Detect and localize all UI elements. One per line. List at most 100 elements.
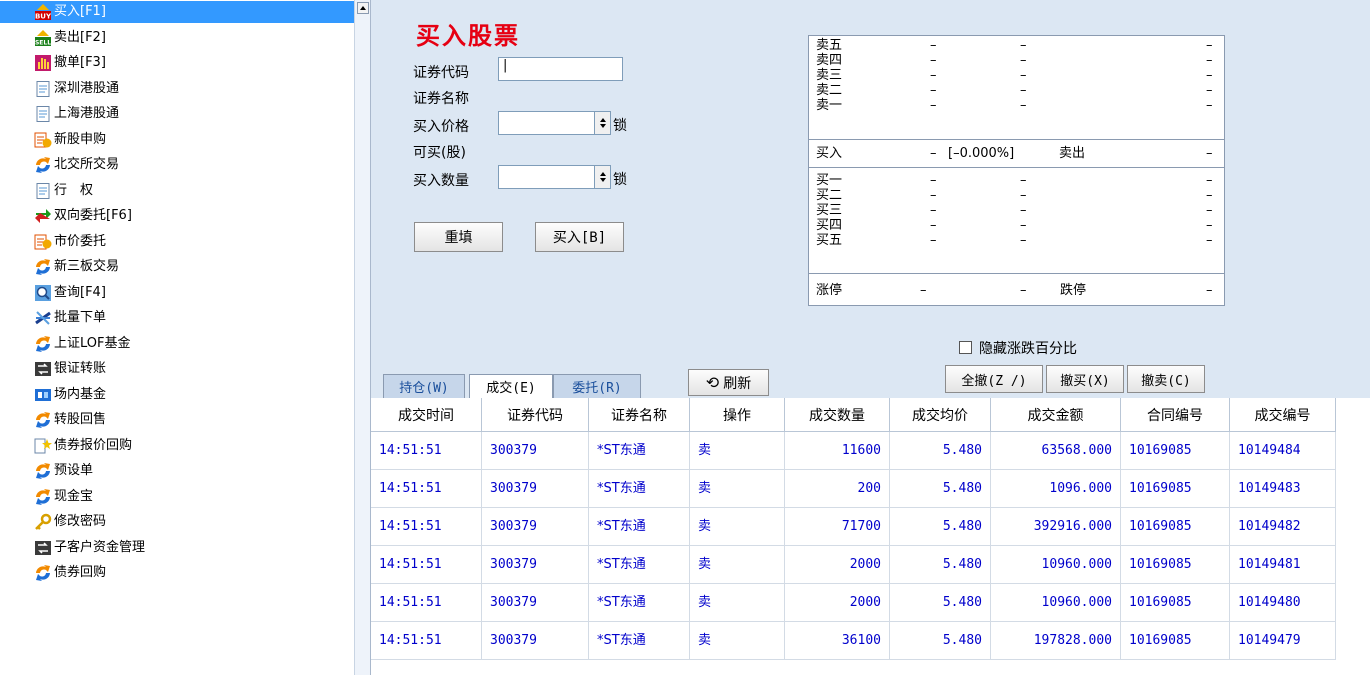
table-cell: 5.480: [890, 432, 991, 470]
cancel-all-button[interactable]: 全撤(Z /): [945, 365, 1043, 393]
sidebar-item-label: 场内基金: [54, 386, 107, 402]
table-cell: 10169085: [1121, 622, 1230, 660]
bid-extra: –: [1206, 218, 1213, 233]
refresh-label: 刷新: [723, 375, 752, 392]
sidebar-item[interactable]: 市价委托: [34, 231, 106, 253]
page-title: 买入股票: [416, 21, 520, 50]
ask-price: –: [930, 38, 937, 53]
buy-button[interactable]: 买入[B]: [535, 222, 624, 252]
sidebar-item[interactable]: 批量下单: [34, 307, 106, 329]
scroll-up-arrow-icon[interactable]: [357, 2, 369, 14]
sidebar-item[interactable]: 银证转账: [34, 358, 106, 380]
sidebar-item[interactable]: 子客户资金管理: [34, 537, 145, 559]
sidebar-item[interactable]: 债券回购: [34, 562, 106, 584]
bid-volume: –: [1020, 188, 1027, 203]
cancel-buy-button[interactable]: 撤买(X): [1046, 365, 1124, 393]
table-cell: 300379: [482, 508, 589, 546]
tab-orders[interactable]: 委托(R): [553, 374, 641, 398]
sidebar-item[interactable]: SELL 卖出[F2]: [34, 27, 106, 49]
price-lock-checkbox[interactable]: 锁: [613, 115, 627, 135]
sidebar-item[interactable]: 场内基金: [34, 384, 106, 406]
magnifier-icon: [34, 284, 52, 302]
bid-price: –: [930, 233, 937, 248]
sidebar-item-label: 现金宝: [54, 488, 94, 504]
sidebar-item[interactable]: 上海港股通: [34, 103, 119, 125]
hide-pct-checkbox[interactable]: [959, 341, 972, 354]
exchange-icon: [34, 411, 52, 429]
sidebar-item[interactable]: 现金宝: [34, 486, 93, 508]
buy-price-value: –: [930, 146, 937, 161]
table-row[interactable]: 14:51:51 300379 *ST东通卖 36100 5.480 197828.000…: [371, 622, 1336, 660]
column-header[interactable]: 成交数量: [785, 398, 890, 432]
sidebar-item-label: 新三板交易: [54, 259, 120, 274]
table-cell: 63568.000: [991, 432, 1121, 470]
column-header[interactable]: 合同编号: [1121, 398, 1230, 432]
ask-level-row: 卖五 – – –: [809, 38, 1224, 53]
sidebar-item-label: 预设单: [54, 463, 94, 478]
column-header[interactable]: 成交时间: [371, 398, 482, 432]
sidebar-item[interactable]: 新三板交易: [34, 256, 119, 278]
sidebar-item-label: 查询[F4]: [54, 284, 106, 300]
sidebar-item[interactable]: 预设单: [34, 460, 93, 482]
sidebar-item[interactable]: 修改密码: [34, 511, 106, 533]
sidebar-item-label: 债券报价回购: [54, 437, 133, 453]
table-cell: *ST东通: [589, 508, 690, 546]
sidebar-item[interactable]: BUY 买入[F1]: [0, 1, 354, 23]
quote-divider: [809, 139, 1224, 140]
sidebar-item[interactable]: 查询[F4]: [34, 282, 106, 304]
sidebar-item[interactable]: 撤单[F3]: [34, 52, 106, 74]
column-header[interactable]: 证券代码: [482, 398, 589, 432]
sidebar-item[interactable]: 新股申购: [34, 129, 106, 151]
sidebar-item[interactable]: 上证LOF基金: [34, 333, 131, 355]
sidebar-item[interactable]: 行 权: [34, 180, 93, 202]
table-cell: 14:51:51: [371, 432, 482, 470]
table-row[interactable]: 14:51:51 300379 *ST东通卖 200 5.480 1096.000 1016…: [371, 470, 1336, 508]
sidebar-item[interactable]: 深圳港股通: [34, 78, 119, 100]
column-header[interactable]: 成交均价: [890, 398, 991, 432]
tab-trades[interactable]: 成交(E): [469, 374, 553, 398]
bid-extra: –: [1206, 173, 1213, 188]
table-cell: 10169085: [1121, 432, 1230, 470]
level-label: 卖四: [816, 53, 843, 68]
name-label: 证券名称: [413, 91, 469, 107]
table-row[interactable]: 14:51:51 300379 *ST东通卖 71700 5.480 392916.000…: [371, 508, 1336, 546]
sidebar-item[interactable]: 转股回售: [34, 409, 106, 431]
key-icon: [34, 513, 52, 531]
table-cell: 14:51:51: [371, 546, 482, 584]
ask-price: –: [930, 68, 937, 83]
reset-button[interactable]: 重填: [414, 222, 503, 252]
bid-volume: –: [1020, 233, 1027, 248]
ask-level-row: 卖一 – – –: [809, 98, 1224, 113]
ask-volume: –: [1020, 98, 1027, 113]
cancel-sell-button[interactable]: 撤卖(C): [1127, 365, 1205, 393]
bid-price: –: [930, 188, 937, 203]
table-cell: 71700: [785, 508, 890, 546]
sidebar-item-label: 上证LOF基金: [54, 335, 131, 351]
level-label: 买二: [816, 188, 843, 203]
table-row[interactable]: 14:51:51 300379 *ST东通卖 11600 5.480 63568.000 1…: [371, 432, 1336, 470]
tab-holdings[interactable]: 持仓(W): [383, 374, 465, 398]
sidebar-scrollbar[interactable]: [354, 0, 371, 675]
table-row[interactable]: 14:51:51 300379 *ST东通卖 2000 5.480 10960.000 10…: [371, 546, 1336, 584]
qty-lock-checkbox[interactable]: 锁: [613, 169, 627, 189]
bid-level-row: 买二 – – –: [809, 188, 1224, 203]
sidebar-item[interactable]: 北交所交易: [34, 154, 119, 176]
sidebar-item[interactable]: 债券报价回购: [34, 435, 132, 457]
buy-panel: 买入股票 证券代码 | 证券名称 买入价格 锁 可买(股) 买入数量 锁 重填 …: [371, 0, 1370, 675]
sidebar-item[interactable]: 双向委托[F6]: [34, 205, 132, 227]
qty-input[interactable]: [498, 165, 595, 189]
price-spinner[interactable]: [595, 111, 611, 135]
quote-divider: [809, 167, 1224, 168]
price-input[interactable]: [498, 111, 595, 135]
column-header[interactable]: 操作: [690, 398, 785, 432]
column-header[interactable]: 成交金额: [991, 398, 1121, 432]
column-header[interactable]: 成交编号: [1230, 398, 1336, 432]
table-row[interactable]: 14:51:51 300379 *ST东通卖 2000 5.480 10960.000 10…: [371, 584, 1336, 622]
table-cell: 197828.000: [991, 622, 1121, 660]
code-input[interactable]: |: [498, 57, 623, 81]
qty-spinner[interactable]: [595, 165, 611, 189]
sidebar-item-label: 批量下单: [54, 310, 107, 325]
refresh-button[interactable]: ⟲ 刷新: [688, 369, 769, 396]
column-header[interactable]: 证券名称: [589, 398, 690, 432]
ask-level-row: 卖三 – – –: [809, 68, 1224, 83]
